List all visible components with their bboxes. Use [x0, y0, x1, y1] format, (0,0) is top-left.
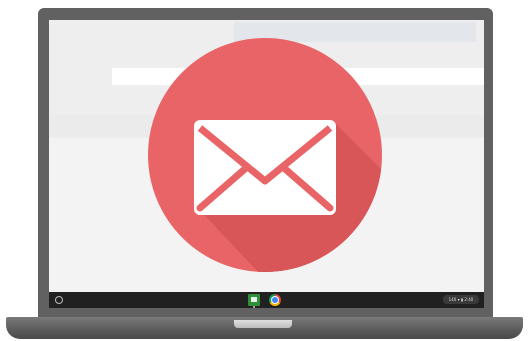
- status-tray[interactable]: 140 ▾ ▮ 2:40: [443, 295, 479, 304]
- mail-envelope-icon: [194, 120, 382, 272]
- classroom-icon[interactable]: [248, 294, 260, 306]
- chrome-icon[interactable]: [269, 294, 281, 306]
- mail-app-badge: [148, 38, 382, 272]
- shelf-taskbar: 140 ▾ ▮ 2:40: [49, 292, 484, 308]
- laptop-base: [6, 317, 523, 339]
- launcher-circle-icon[interactable]: [55, 296, 63, 304]
- app-running-indicator: [253, 306, 255, 308]
- laptop-screen: 140 ▾ ▮ 2:40: [49, 20, 484, 308]
- laptop-hinge-notch: [234, 320, 292, 328]
- envelope-body: [194, 120, 336, 215]
